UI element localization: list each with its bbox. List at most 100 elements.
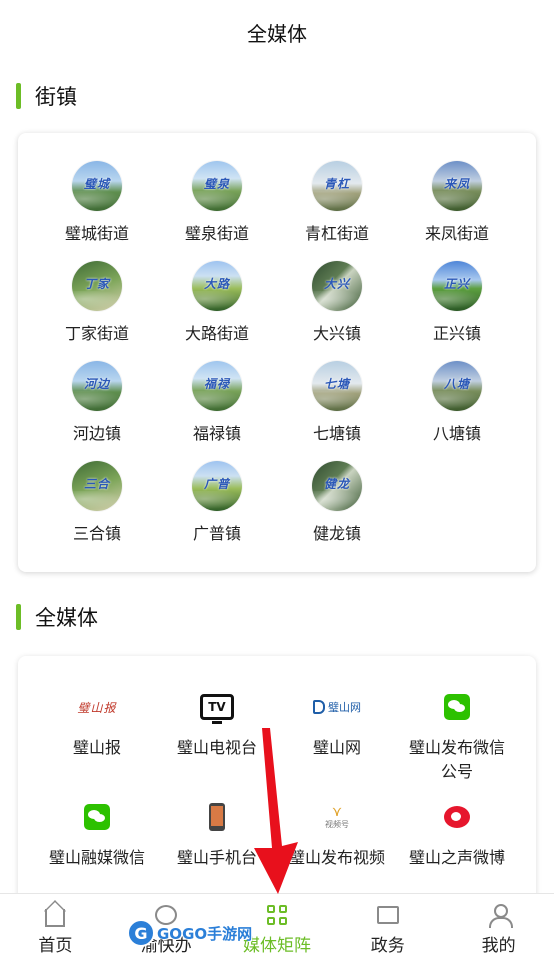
- media-label: 璧山手机台: [176, 848, 257, 867]
- town-thumbnail-image: 河边: [72, 361, 122, 411]
- phone-icon: [187, 796, 247, 838]
- page: 全媒体 街镇 璧城 璧城街道 璧泉 璧泉街道 青杠 青杠街道 来凤 来凤街道 丁家 丁家街道 大路大…: [0, 0, 554, 956]
- watermark-g-icon: G: [127, 919, 155, 947]
- tv-icon-graphic: TV: [200, 694, 234, 724]
- watermark-logo: G GOGO手游网: [127, 918, 252, 948]
- town-thumbnail-image: 大兴: [312, 261, 362, 311]
- media-item[interactable]: 璧山网 璧山网: [277, 686, 397, 796]
- town-thumbnail-image: 三合: [72, 461, 122, 511]
- town-label: 广普镇: [192, 524, 241, 543]
- town-thumbnail-image: 璧泉: [192, 161, 242, 211]
- media-card: 璧山报 璧山报 TV 璧山电视台 璧山网 璧山网 璧山发布微信公号 璧山融媒微信 璧山手机台 ⋎ 视…: [18, 656, 536, 916]
- website-logo-icon: 璧山网: [307, 686, 367, 728]
- town-thumbnail-image: 大路: [192, 261, 242, 311]
- town-calligraphy: 璧城: [83, 177, 110, 191]
- media-label: 璧山报: [72, 738, 121, 757]
- town-item[interactable]: 八塘 八塘镇: [397, 361, 517, 461]
- town-calligraphy: 福禄: [203, 377, 230, 391]
- section-header-towns: 街镇: [16, 82, 77, 110]
- page-title-text: 全媒体: [247, 21, 307, 46]
- media-item[interactable]: 璧山报 璧山报: [37, 686, 157, 796]
- media-grid: 璧山报 璧山报 TV 璧山电视台 璧山网 璧山网 璧山发布微信公号 璧山融媒微信 璧山手机台 ⋎ 视…: [18, 686, 536, 906]
- town-item[interactable]: 青杠 青杠街道: [277, 161, 397, 261]
- town-label: 健龙镇: [312, 524, 361, 543]
- media-item[interactable]: 璧山之声微博: [397, 796, 517, 906]
- town-calligraphy: 河边: [83, 377, 110, 391]
- town-label: 青杠街道: [304, 224, 369, 243]
- town-calligraphy: 丁家: [83, 277, 110, 291]
- town-item[interactable]: 河边 河边镇: [37, 361, 157, 461]
- town-label: 大兴镇: [312, 324, 361, 343]
- media-label: 璧山融媒微信: [48, 848, 145, 867]
- bottom-tab-bar: 首页 渝快办 媒体矩阵 政务 我的: [0, 893, 554, 956]
- section-header-media: 全媒体: [16, 603, 98, 631]
- home-icon: [45, 902, 66, 928]
- town-item[interactable]: 璧城 璧城街道: [37, 161, 157, 261]
- town-item[interactable]: 来凤 来凤街道: [397, 161, 517, 261]
- town-calligraphy: 璧泉: [203, 177, 230, 191]
- watermark-text: GOGO手游网: [157, 924, 253, 943]
- town-calligraphy: 来凤: [443, 177, 470, 191]
- towns-grid: 璧城 璧城街道 璧泉 璧泉街道 青杠 青杠街道 来凤 来凤街道 丁家 丁家街道 大路 大路街道 大兴 大兴…: [18, 161, 536, 561]
- town-calligraphy: 七塘: [323, 377, 350, 391]
- town-calligraphy: 大兴: [323, 277, 350, 291]
- page-title: 全媒体: [0, 0, 554, 64]
- town-thumbnail-image: 丁家: [72, 261, 122, 311]
- media-label: 璧山电视台: [176, 738, 257, 757]
- town-label: 璧泉街道: [184, 224, 249, 243]
- town-thumbnail-image: 广普: [192, 461, 242, 511]
- town-calligraphy: 健龙: [323, 477, 350, 491]
- town-calligraphy: 青杠: [323, 177, 350, 191]
- town-calligraphy: 广普: [203, 477, 230, 491]
- section-accent-bar: [16, 604, 21, 630]
- town-item[interactable]: 璧泉 璧泉街道: [157, 161, 277, 261]
- town-label: 河边镇: [72, 424, 121, 443]
- media-label: 璧山之声微博: [408, 848, 505, 867]
- town-item[interactable]: 健龙 健龙镇: [277, 461, 397, 561]
- phone-icon-graphic: [209, 803, 225, 831]
- town-label: 八塘镇: [432, 424, 481, 443]
- media-item[interactable]: 璧山发布微信公号: [397, 686, 517, 796]
- video-channel-icon-graphic: ⋎ 视频号: [325, 803, 349, 829]
- town-item[interactable]: 丁家 丁家街道: [37, 261, 157, 361]
- weibo-icon-graphic: [444, 806, 470, 828]
- tab-home[interactable]: 首页: [0, 894, 111, 956]
- town-item[interactable]: 福禄 福禄镇: [157, 361, 277, 461]
- town-item[interactable]: 大路 大路街道: [157, 261, 277, 361]
- town-thumbnail-image: 青杠: [312, 161, 362, 211]
- wechat-icon: [67, 796, 127, 838]
- town-item[interactable]: 七塘 七塘镇: [277, 361, 397, 461]
- media-label: 璧山发布视频: [288, 848, 385, 867]
- media-label: 璧山发布微信公号: [408, 738, 505, 781]
- town-label: 七塘镇: [312, 424, 361, 443]
- town-thumbnail-image: 正兴: [432, 261, 482, 311]
- town-label: 璧城街道: [64, 224, 129, 243]
- tv-icon: TV: [187, 686, 247, 728]
- town-thumbnail-image: 璧城: [72, 161, 122, 211]
- media-item[interactable]: ⋎ 视频号璧山发布视频: [277, 796, 397, 906]
- tab-label: 我的: [481, 936, 516, 956]
- media-item[interactable]: 璧山手机台: [157, 796, 277, 906]
- town-thumbnail-image: 来凤: [432, 161, 482, 211]
- town-item[interactable]: 正兴 正兴镇: [397, 261, 517, 361]
- user-icon: [488, 902, 513, 928]
- website-logo-icon-graphic: 璧山网: [313, 699, 361, 715]
- tab-user[interactable]: 我的: [443, 894, 554, 956]
- town-calligraphy: 正兴: [443, 277, 470, 291]
- media-item[interactable]: TV 璧山电视台: [157, 686, 277, 796]
- town-label: 大路街道: [184, 324, 249, 343]
- town-label: 丁家街道: [64, 324, 129, 343]
- town-item[interactable]: 三合 三合镇: [37, 461, 157, 561]
- tab-news[interactable]: 政务: [332, 894, 443, 956]
- video-channel-icon: ⋎ 视频号: [307, 796, 367, 838]
- section-title-towns: 街镇: [35, 85, 77, 109]
- town-label: 三合镇: [72, 524, 121, 543]
- town-calligraphy: 八塘: [443, 377, 470, 391]
- town-label: 来凤街道: [424, 224, 489, 243]
- media-label: 璧山网: [312, 738, 361, 757]
- town-item[interactable]: 大兴 大兴镇: [277, 261, 397, 361]
- tab-label: 媒体矩阵: [242, 936, 311, 956]
- section-accent-bar: [16, 83, 21, 109]
- media-item[interactable]: 璧山融媒微信: [37, 796, 157, 906]
- town-item[interactable]: 广普 广普镇: [157, 461, 277, 561]
